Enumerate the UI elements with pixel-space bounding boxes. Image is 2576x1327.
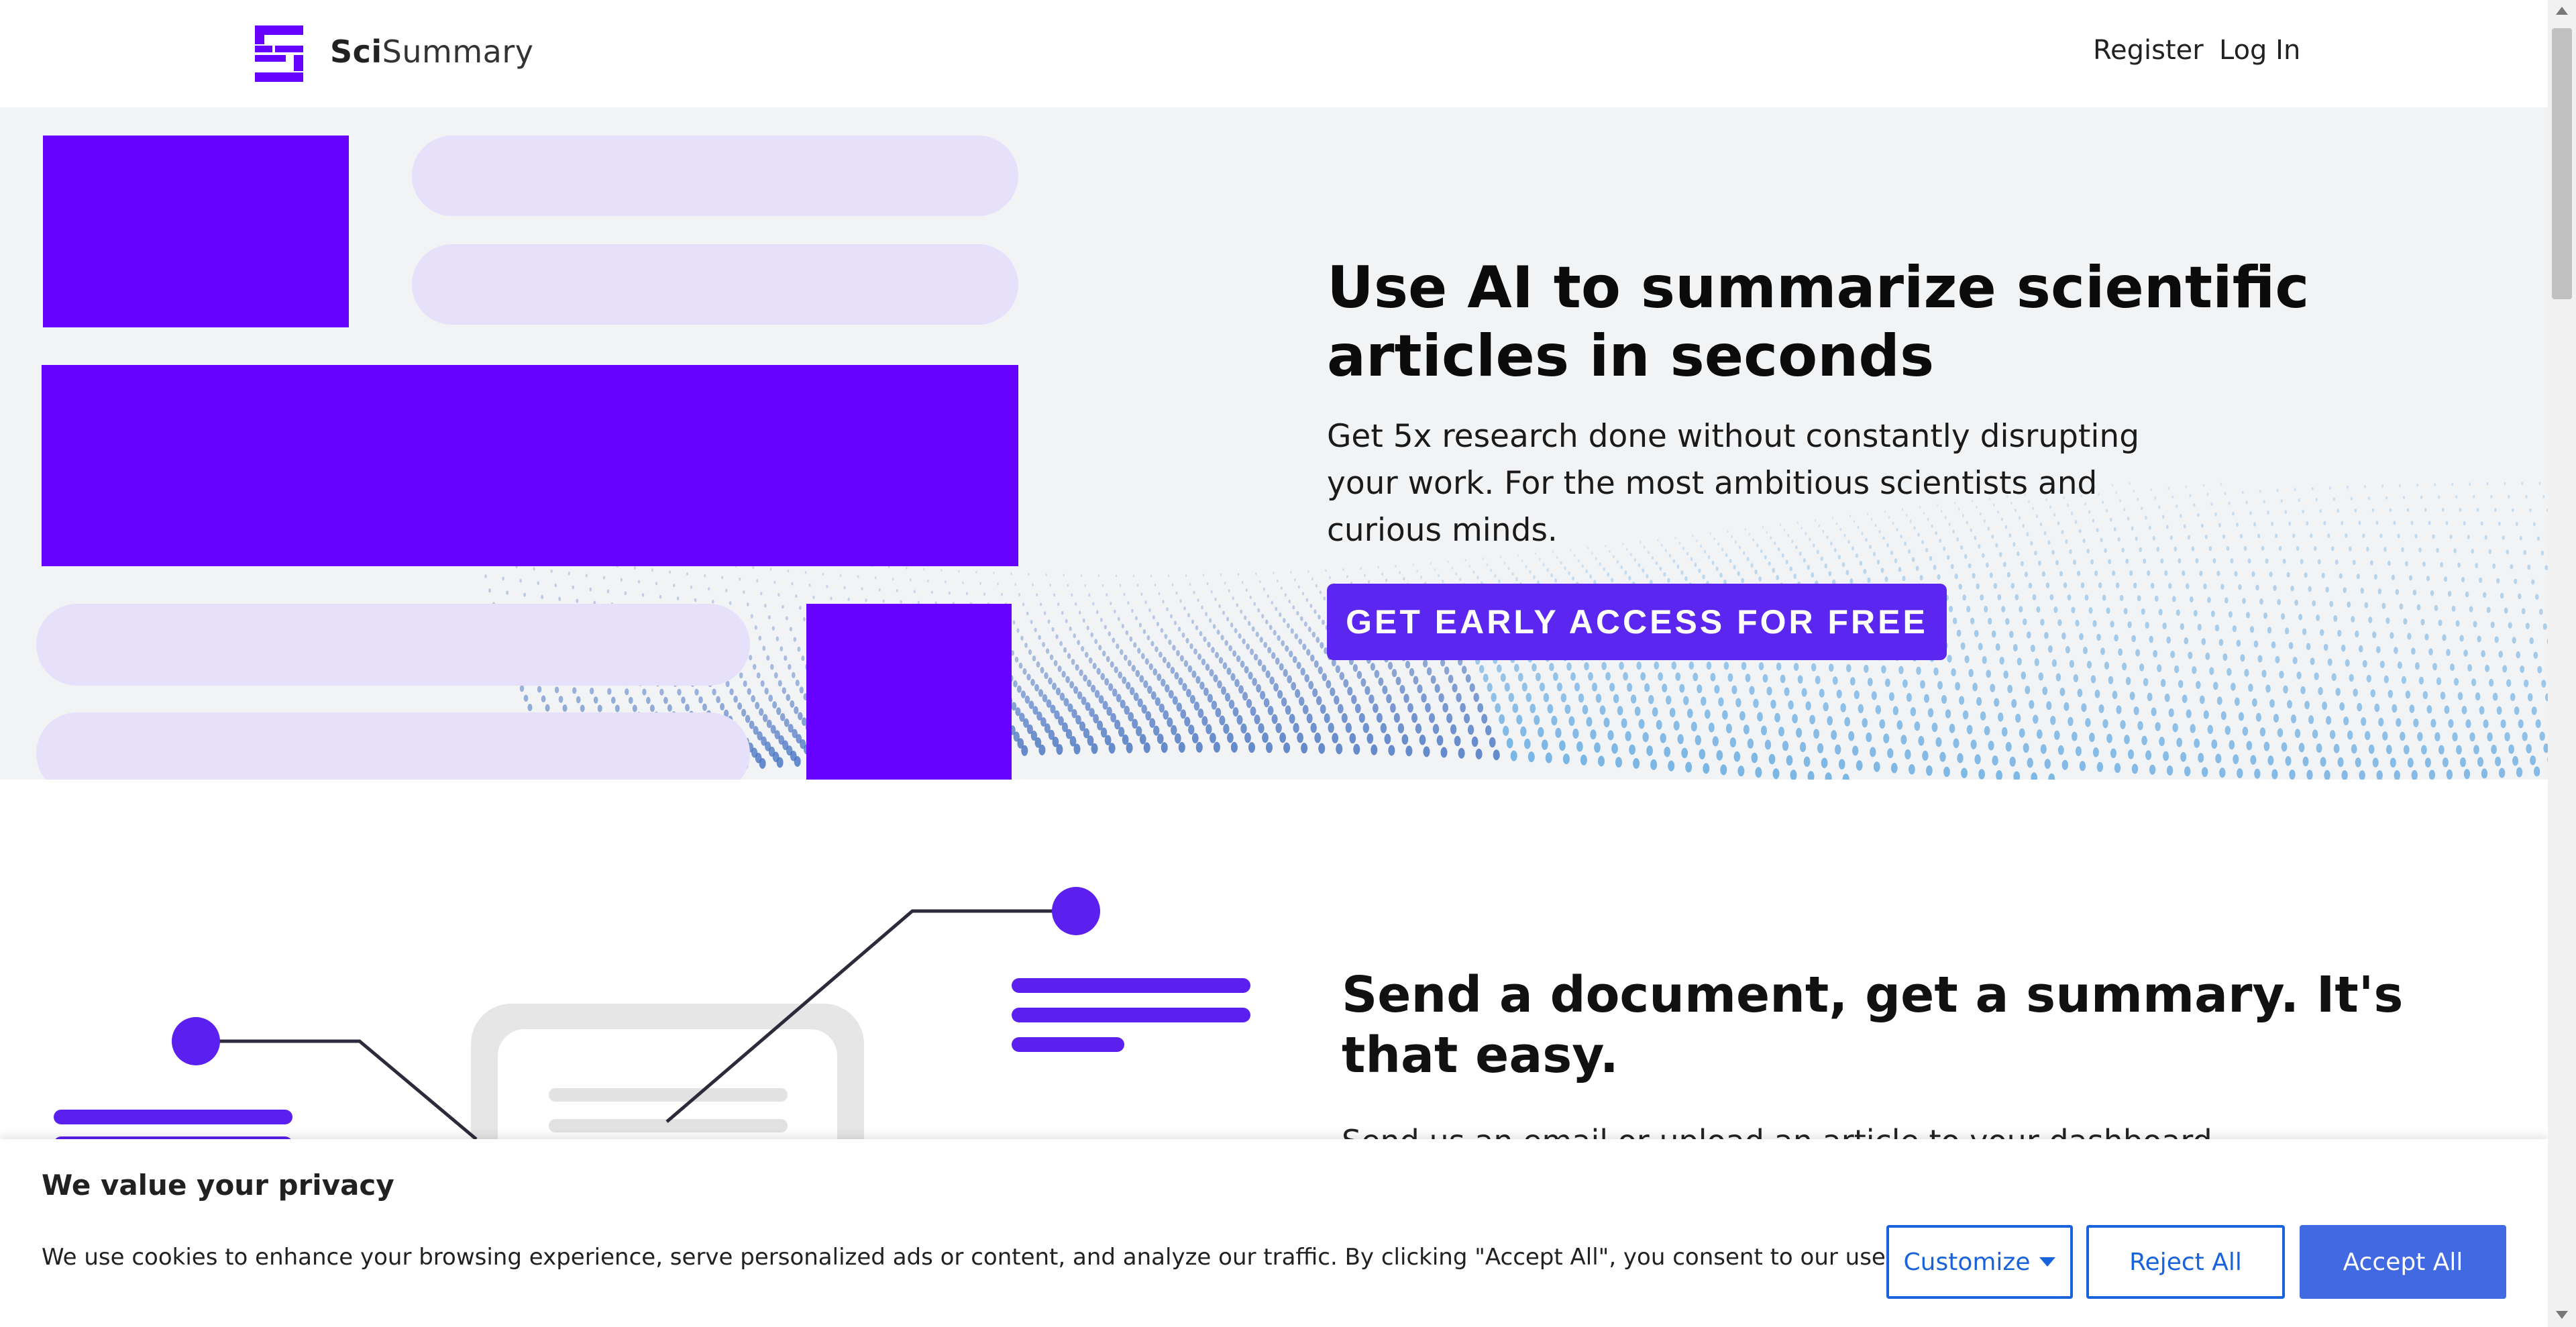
scroll-up-arrow-icon[interactable] [2556, 7, 2568, 15]
page-scrollbar[interactable] [2548, 0, 2576, 1327]
get-early-access-button[interactable]: GET EARLY ACCESS FOR FREE [1327, 584, 1947, 660]
sci-summary-logo-icon[interactable] [255, 25, 303, 82]
hero-block-square [43, 136, 349, 327]
scrollbar-thumb[interactable] [2552, 28, 2572, 299]
hero-pill [36, 712, 750, 780]
hero-pill [36, 604, 750, 686]
hero-section: Use AI to summarize scientific articles … [0, 107, 2548, 780]
cookie-title: We value your privacy [42, 1169, 394, 1202]
hero-title: Use AI to summarize scientific articles … [1327, 254, 2310, 390]
login-link[interactable]: Log In [2219, 35, 2300, 66]
hero-pill [412, 136, 1018, 216]
hero-pill [412, 244, 1018, 325]
caret-down-icon [2039, 1257, 2056, 1267]
brand-name-rest: Summary [382, 34, 534, 70]
hero-subtitle: Get 5x research done without constantly … [1327, 418, 2140, 549]
reject-all-button[interactable]: Reject All [2086, 1225, 2285, 1299]
accept-all-button[interactable]: Accept All [2300, 1225, 2506, 1299]
customize-label: Customize [1903, 1248, 2031, 1276]
brand-name[interactable]: SciSummary [330, 34, 533, 70]
brand-name-bold: Sci [330, 34, 382, 70]
top-header: SciSummary Register Log In [0, 0, 2548, 107]
hero-block-wide [42, 365, 1018, 566]
scroll-down-arrow-icon[interactable] [2556, 1311, 2568, 1319]
cookie-description: We use cookies to enhance your browsing … [42, 1244, 2016, 1271]
hero-block-small [806, 604, 1012, 780]
section-title: Send a document, get a summary. It's tha… [1342, 966, 2404, 1084]
register-link[interactable]: Register [2093, 35, 2204, 66]
customize-button[interactable]: Customize [1886, 1225, 2073, 1299]
cookie-consent-banner: We value your privacy We use cookies to … [0, 1139, 2548, 1327]
